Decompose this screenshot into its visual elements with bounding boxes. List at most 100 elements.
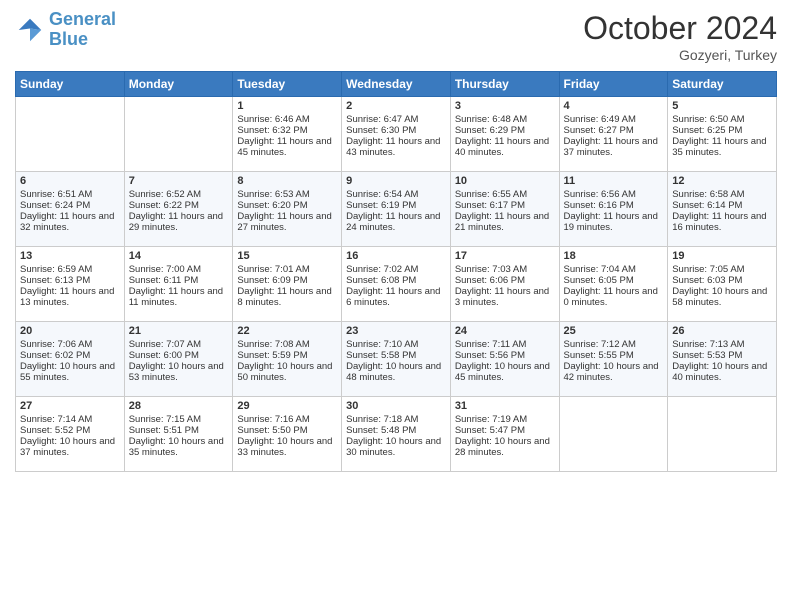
sunset-text: Sunset: 6:03 PM: [672, 275, 742, 286]
week-row-2: 6 Sunrise: 6:51 AM Sunset: 6:24 PM Dayli…: [16, 172, 777, 247]
daylight-text: Daylight: 11 hours and 43 minutes.: [346, 136, 440, 158]
sunrise-text: Sunrise: 7:05 AM: [672, 264, 744, 275]
day-cell: 13 Sunrise: 6:59 AM Sunset: 6:13 PM Dayl…: [16, 247, 125, 322]
day-number: 6: [20, 175, 120, 187]
day-number: 11: [564, 175, 664, 187]
sunset-text: Sunset: 6:20 PM: [237, 200, 307, 211]
day-cell: 10 Sunrise: 6:55 AM Sunset: 6:17 PM Dayl…: [450, 172, 559, 247]
logo-icon: [15, 15, 45, 45]
sunrise-text: Sunrise: 6:49 AM: [564, 114, 636, 125]
sunrise-text: Sunrise: 7:15 AM: [129, 414, 201, 425]
day-cell: 24 Sunrise: 7:11 AM Sunset: 5:56 PM Dayl…: [450, 322, 559, 397]
col-sunday: Sunday: [16, 72, 125, 97]
sunrise-text: Sunrise: 7:03 AM: [455, 264, 527, 275]
day-cell: 28 Sunrise: 7:15 AM Sunset: 5:51 PM Dayl…: [124, 397, 233, 472]
sunrise-text: Sunrise: 7:18 AM: [346, 414, 418, 425]
sunset-text: Sunset: 6:02 PM: [20, 350, 90, 361]
day-number: 19: [672, 250, 772, 262]
sunset-text: Sunset: 6:32 PM: [237, 125, 307, 136]
calendar-header: Sunday Monday Tuesday Wednesday Thursday…: [16, 72, 777, 97]
daylight-text: Daylight: 11 hours and 40 minutes.: [455, 136, 549, 158]
daylight-text: Daylight: 10 hours and 50 minutes.: [237, 361, 332, 383]
day-cell: 9 Sunrise: 6:54 AM Sunset: 6:19 PM Dayli…: [342, 172, 451, 247]
day-number: 23: [346, 325, 446, 337]
day-number: 31: [455, 400, 555, 412]
sunrise-text: Sunrise: 7:06 AM: [20, 339, 92, 350]
daylight-text: Daylight: 10 hours and 53 minutes.: [129, 361, 224, 383]
daylight-text: Daylight: 10 hours and 37 minutes.: [20, 436, 115, 458]
day-cell: 30 Sunrise: 7:18 AM Sunset: 5:48 PM Dayl…: [342, 397, 451, 472]
week-row-3: 13 Sunrise: 6:59 AM Sunset: 6:13 PM Dayl…: [16, 247, 777, 322]
sunset-text: Sunset: 5:59 PM: [237, 350, 307, 361]
daylight-text: Daylight: 11 hours and 29 minutes.: [129, 211, 223, 233]
logo: General Blue: [15, 10, 116, 50]
day-number: 30: [346, 400, 446, 412]
title-block: October 2024 Gozyeri, Turkey: [583, 10, 777, 63]
day-cell: [16, 97, 125, 172]
sunset-text: Sunset: 6:06 PM: [455, 275, 525, 286]
sunrise-text: Sunrise: 7:07 AM: [129, 339, 201, 350]
day-number: 16: [346, 250, 446, 262]
day-number: 15: [237, 250, 337, 262]
day-cell: 21 Sunrise: 7:07 AM Sunset: 6:00 PM Dayl…: [124, 322, 233, 397]
daylight-text: Daylight: 10 hours and 35 minutes.: [129, 436, 224, 458]
sunrise-text: Sunrise: 7:14 AM: [20, 414, 92, 425]
day-number: 29: [237, 400, 337, 412]
sunrise-text: Sunrise: 7:16 AM: [237, 414, 309, 425]
daylight-text: Daylight: 11 hours and 11 minutes.: [129, 286, 223, 308]
day-number: 22: [237, 325, 337, 337]
daylight-text: Daylight: 11 hours and 3 minutes.: [455, 286, 549, 308]
daylight-text: Daylight: 11 hours and 19 minutes.: [564, 211, 658, 233]
day-number: 18: [564, 250, 664, 262]
sunrise-text: Sunrise: 7:12 AM: [564, 339, 636, 350]
sunrise-text: Sunrise: 7:08 AM: [237, 339, 309, 350]
sunset-text: Sunset: 6:00 PM: [129, 350, 199, 361]
sunset-text: Sunset: 6:13 PM: [20, 275, 90, 286]
col-thursday: Thursday: [450, 72, 559, 97]
day-cell: 4 Sunrise: 6:49 AM Sunset: 6:27 PM Dayli…: [559, 97, 668, 172]
daylight-text: Daylight: 11 hours and 37 minutes.: [564, 136, 658, 158]
day-cell: 3 Sunrise: 6:48 AM Sunset: 6:29 PM Dayli…: [450, 97, 559, 172]
sunset-text: Sunset: 5:53 PM: [672, 350, 742, 361]
day-cell: 17 Sunrise: 7:03 AM Sunset: 6:06 PM Dayl…: [450, 247, 559, 322]
logo-line1: General: [49, 9, 116, 29]
month-title: October 2024: [583, 10, 777, 47]
sunrise-text: Sunrise: 6:53 AM: [237, 189, 309, 200]
daylight-text: Daylight: 11 hours and 35 minutes.: [672, 136, 766, 158]
page-container: General Blue October 2024 Gozyeri, Turke…: [0, 0, 792, 482]
sunset-text: Sunset: 5:52 PM: [20, 425, 90, 436]
week-row-5: 27 Sunrise: 7:14 AM Sunset: 5:52 PM Dayl…: [16, 397, 777, 472]
day-cell: 6 Sunrise: 6:51 AM Sunset: 6:24 PM Dayli…: [16, 172, 125, 247]
sunset-text: Sunset: 5:51 PM: [129, 425, 199, 436]
sunset-text: Sunset: 5:47 PM: [455, 425, 525, 436]
daylight-text: Daylight: 10 hours and 55 minutes.: [20, 361, 115, 383]
sunset-text: Sunset: 5:58 PM: [346, 350, 416, 361]
sunrise-text: Sunrise: 7:01 AM: [237, 264, 309, 275]
day-number: 7: [129, 175, 229, 187]
daylight-text: Daylight: 10 hours and 30 minutes.: [346, 436, 441, 458]
sunset-text: Sunset: 6:24 PM: [20, 200, 90, 211]
day-cell: 7 Sunrise: 6:52 AM Sunset: 6:22 PM Dayli…: [124, 172, 233, 247]
week-row-1: 1 Sunrise: 6:46 AM Sunset: 6:32 PM Dayli…: [16, 97, 777, 172]
day-number: 13: [20, 250, 120, 262]
day-number: 25: [564, 325, 664, 337]
sunrise-text: Sunrise: 7:02 AM: [346, 264, 418, 275]
day-number: 27: [20, 400, 120, 412]
daylight-text: Daylight: 11 hours and 8 minutes.: [237, 286, 331, 308]
day-number: 21: [129, 325, 229, 337]
daylight-text: Daylight: 11 hours and 27 minutes.: [237, 211, 331, 233]
day-cell: 29 Sunrise: 7:16 AM Sunset: 5:50 PM Dayl…: [233, 397, 342, 472]
location-subtitle: Gozyeri, Turkey: [583, 47, 777, 63]
header: General Blue October 2024 Gozyeri, Turke…: [15, 10, 777, 63]
day-cell: 2 Sunrise: 6:47 AM Sunset: 6:30 PM Dayli…: [342, 97, 451, 172]
sunset-text: Sunset: 5:55 PM: [564, 350, 634, 361]
sunrise-text: Sunrise: 6:48 AM: [455, 114, 527, 125]
daylight-text: Daylight: 10 hours and 40 minutes.: [672, 361, 767, 383]
sunrise-text: Sunrise: 6:47 AM: [346, 114, 418, 125]
daylight-text: Daylight: 11 hours and 21 minutes.: [455, 211, 549, 233]
daylight-text: Daylight: 11 hours and 13 minutes.: [20, 286, 114, 308]
day-cell: 12 Sunrise: 6:58 AM Sunset: 6:14 PM Dayl…: [668, 172, 777, 247]
day-number: 14: [129, 250, 229, 262]
sunrise-text: Sunrise: 6:58 AM: [672, 189, 744, 200]
day-cell: 14 Sunrise: 7:00 AM Sunset: 6:11 PM Dayl…: [124, 247, 233, 322]
